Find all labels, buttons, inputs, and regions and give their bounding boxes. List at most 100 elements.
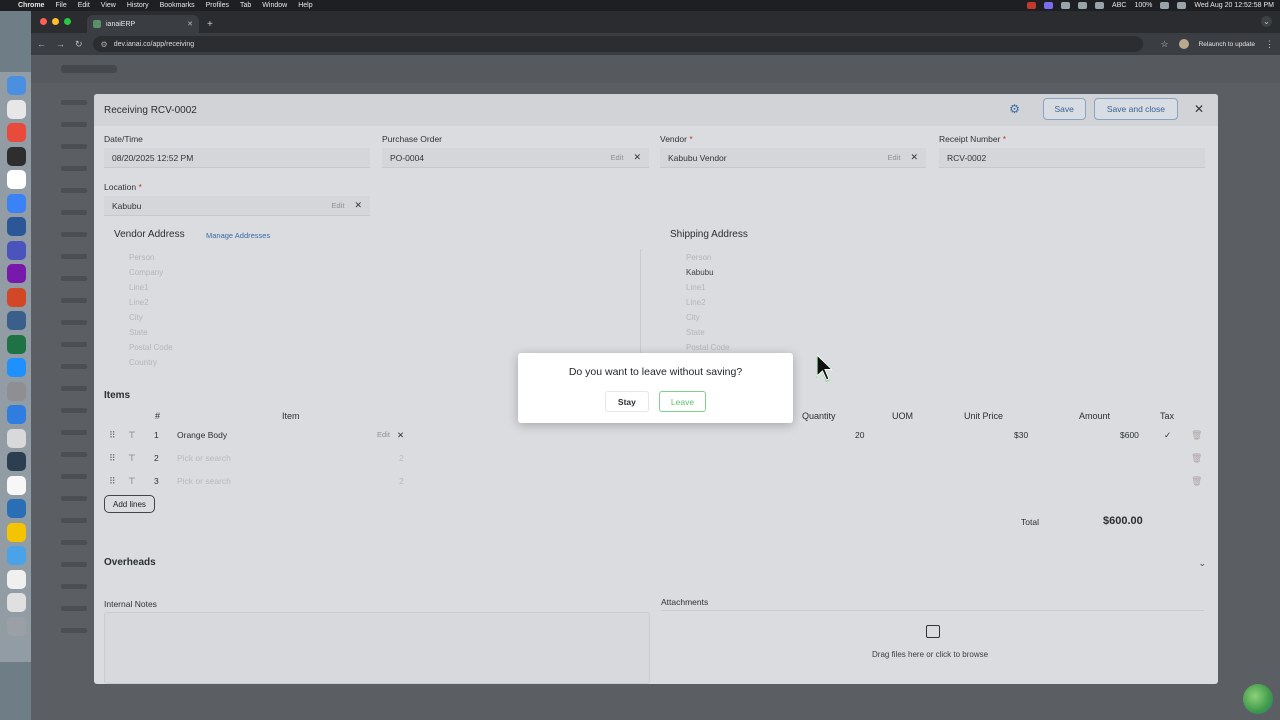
kakao-icon[interactable] xyxy=(6,522,26,542)
row-clear-mark[interactable]: 2 xyxy=(399,476,404,486)
tax-check-icon[interactable]: ✓ xyxy=(1164,430,1171,441)
word-icon[interactable] xyxy=(6,217,26,236)
control-center-icon[interactable] xyxy=(1095,2,1105,9)
menu-tab[interactable]: Tab xyxy=(240,2,251,9)
manage-addresses-link[interactable]: Manage Addresses xyxy=(206,231,270,240)
add-lines-button[interactable]: Add lines xyxy=(104,495,155,513)
menu-app-name[interactable]: Chrome xyxy=(18,2,44,9)
row-clear-icon[interactable]: ✕ xyxy=(397,430,404,441)
app-store-icon[interactable] xyxy=(6,358,26,377)
floating-app-icon[interactable] xyxy=(1243,684,1273,714)
pin-icon[interactable]: ⊤ xyxy=(128,453,136,464)
drag-handle-icon[interactable]: ⠿ xyxy=(109,430,116,441)
calculator-icon[interactable] xyxy=(6,428,26,448)
profile-avatar[interactable] xyxy=(1178,39,1189,49)
overheads-title[interactable]: Overheads xyxy=(104,557,156,568)
pin-icon[interactable]: ⊤ xyxy=(128,476,136,487)
onenote-icon[interactable] xyxy=(6,264,26,283)
relaunch-button[interactable]: Relaunch to update xyxy=(1199,41,1255,48)
headphones-icon[interactable] xyxy=(1078,2,1088,9)
close-tab-icon[interactable]: ✕ xyxy=(187,20,193,28)
close-modal-icon[interactable]: ✕ xyxy=(1190,102,1208,116)
menu-help[interactable]: Help xyxy=(298,2,312,9)
delete-row-icon[interactable]: 🗑 xyxy=(1191,453,1202,464)
document-icon[interactable] xyxy=(6,569,26,589)
quicktime-icon[interactable] xyxy=(6,499,26,518)
teams-icon[interactable] xyxy=(6,240,26,260)
menu-bookmarks[interactable]: Bookmarks xyxy=(160,2,195,9)
todo-icon[interactable] xyxy=(6,405,26,424)
vendor-edit-link[interactable]: Edit xyxy=(888,153,901,162)
location-field[interactable]: Kabubu Edit ✕ xyxy=(104,196,370,216)
po-edit-link[interactable]: Edit xyxy=(611,153,624,162)
bookmark-star-icon[interactable]: ☆ xyxy=(1161,39,1169,50)
location-clear-icon[interactable]: ✕ xyxy=(354,200,362,211)
trash-icon[interactable] xyxy=(6,616,26,636)
close-window-icon[interactable] xyxy=(40,18,47,25)
row-item-search[interactable]: Pick or search xyxy=(177,476,231,486)
row-unit-price[interactable]: $30 xyxy=(1014,430,1028,440)
finder-icon[interactable] xyxy=(6,76,26,95)
mail-icon[interactable] xyxy=(6,193,26,213)
drag-handle-icon[interactable]: ⠿ xyxy=(109,476,116,487)
minimize-window-icon[interactable] xyxy=(52,18,59,25)
menu-file[interactable]: File xyxy=(55,2,66,9)
new-tab-icon[interactable]: + xyxy=(207,19,213,30)
row-quantity[interactable]: 20 xyxy=(855,430,864,440)
remote-desktop-icon[interactable] xyxy=(6,311,26,330)
url-field[interactable]: ⚙ dev.ianai.co/app/receiving xyxy=(92,36,1143,52)
row-item-name[interactable]: Orange Body xyxy=(177,430,227,440)
launchpad-icon[interactable] xyxy=(6,99,26,119)
search-icon[interactable] xyxy=(1177,2,1187,9)
record-icon[interactable] xyxy=(1027,2,1037,9)
delete-row-icon[interactable]: 🗑 xyxy=(1191,430,1202,441)
reload-icon[interactable]: ↻ xyxy=(75,39,83,50)
leave-button[interactable]: Leave xyxy=(658,391,707,412)
menu-profiles[interactable]: Profiles xyxy=(206,2,229,9)
delete-row-icon[interactable]: 🗑 xyxy=(1191,476,1202,487)
menu-edit[interactable]: Edit xyxy=(78,2,90,9)
attachments-dropzone[interactable] xyxy=(661,610,1204,684)
chrome-icon[interactable] xyxy=(6,123,26,142)
menu-history[interactable]: History xyxy=(127,2,149,9)
save-and-close-button[interactable]: Save and close xyxy=(1093,98,1178,120)
settings-gear-icon[interactable]: ⚙ xyxy=(1005,99,1025,119)
purchase-order-field[interactable]: PO-0004 Edit ✕ xyxy=(382,148,649,168)
menu-view[interactable]: View xyxy=(101,2,116,9)
tab-search-icon[interactable]: ⌄ xyxy=(1261,16,1272,27)
pin-icon[interactable]: ⊤ xyxy=(128,430,136,441)
image-upload-icon[interactable] xyxy=(926,625,940,638)
notes-icon[interactable] xyxy=(6,475,26,495)
row-clear-mark[interactable]: 2 xyxy=(399,453,404,463)
po-clear-icon[interactable]: ✕ xyxy=(633,152,641,163)
drag-handle-icon[interactable]: ⠿ xyxy=(109,453,116,464)
menubar-clock[interactable]: Wed Aug 20 12:52:58 PM xyxy=(1194,2,1274,9)
dropzone-text[interactable]: Drag files here or click to browse xyxy=(872,650,988,659)
chatgpt-icon[interactable] xyxy=(6,146,26,166)
location-edit-link[interactable]: Edit xyxy=(332,201,345,210)
receipt-number-field[interactable]: RCV-0002 xyxy=(939,148,1205,168)
row-edit-link[interactable]: Edit xyxy=(377,430,390,439)
back-icon[interactable]: ← xyxy=(37,39,46,49)
stay-button[interactable]: Stay xyxy=(604,391,649,412)
calendar-icon[interactable] xyxy=(6,170,26,189)
pdf-icon[interactable] xyxy=(6,593,26,612)
screen-share-icon[interactable] xyxy=(1044,2,1054,9)
datetime-field[interactable]: 08/20/2025 12:52 PM xyxy=(104,148,370,168)
downloads-folder-icon[interactable] xyxy=(6,546,26,565)
powerpoint-icon[interactable] xyxy=(6,287,26,307)
activity-monitor-icon[interactable] xyxy=(6,452,26,471)
chevron-down-icon[interactable]: ⌄ xyxy=(1198,558,1206,569)
zoom-window-icon[interactable] xyxy=(64,18,71,25)
row-item-search[interactable]: Pick or search xyxy=(177,453,231,463)
bluetooth-icon[interactable] xyxy=(1061,2,1071,9)
excel-icon[interactable] xyxy=(6,334,26,354)
menu-window[interactable]: Window xyxy=(262,2,287,9)
more-menu-icon[interactable]: ⋮ xyxy=(1265,39,1274,50)
internal-notes-input[interactable] xyxy=(104,612,650,684)
battery-level[interactable]: 100% xyxy=(1134,2,1152,9)
wifi-icon[interactable] xyxy=(1160,2,1170,9)
site-info-icon[interactable]: ⚙ xyxy=(101,40,108,49)
input-source[interactable]: ABC xyxy=(1112,2,1126,9)
browser-tab[interactable]: ianaiERP ✕ xyxy=(87,15,199,33)
